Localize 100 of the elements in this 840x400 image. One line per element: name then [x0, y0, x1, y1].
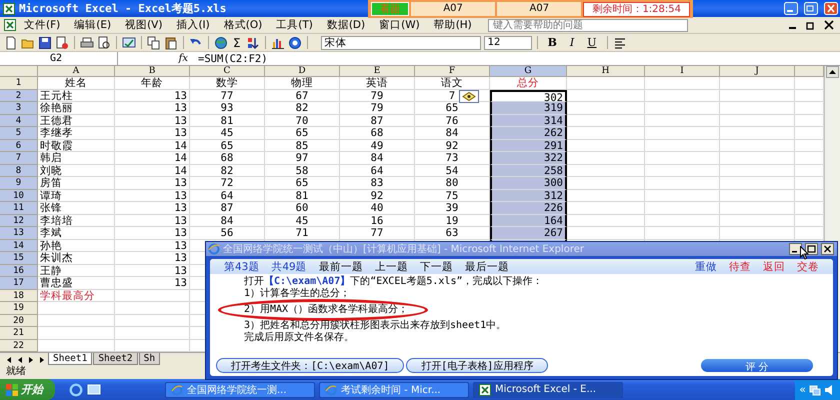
autosum-button[interactable]: Σ	[231, 36, 243, 50]
column-header[interactable]: I	[645, 66, 720, 77]
row-header[interactable]: 18	[0, 290, 38, 302]
table-cell: 14	[115, 140, 190, 152]
open-button[interactable]: 打开[电子表格]应用程序	[406, 358, 548, 373]
question-nav-link[interactable]: 上一题	[368, 260, 414, 274]
question-nav-link[interactable]: 下一题	[414, 260, 459, 274]
windows-flag-icon	[6, 384, 18, 396]
column-header[interactable]: C	[190, 66, 265, 77]
row-header[interactable]: 21	[0, 327, 38, 340]
column-header[interactable]: G	[490, 66, 567, 77]
font-size-dropdown[interactable]: 12	[484, 36, 532, 50]
grade-button[interactable]: 评 分	[701, 359, 813, 372]
row-header[interactable]: 22	[0, 340, 38, 352]
menu-item[interactable]: 插入(I)	[170, 18, 216, 32]
row-header[interactable]: 12	[0, 214, 38, 227]
row-header[interactable]: 5	[0, 127, 38, 140]
open-button[interactable]: 打开考生文件夹：[C:\exam\A07]	[216, 358, 404, 373]
font-dropdown[interactable]: 宋体	[320, 36, 481, 50]
question-nav-link[interactable]: 待查	[723, 260, 757, 274]
save-icon[interactable]	[38, 36, 52, 50]
sheet-tab[interactable]: Sheet1	[48, 353, 92, 365]
table-cell: 李培培	[38, 214, 115, 227]
row-header[interactable]: 3	[0, 102, 38, 114]
column-header[interactable]: D	[265, 66, 340, 77]
sheet-tab[interactable]: Sh	[138, 353, 160, 365]
restore-button[interactable]	[804, 2, 818, 15]
question-nav-link[interactable]: 重做	[689, 260, 723, 274]
print-preview-icon[interactable]	[97, 36, 111, 50]
row-header[interactable]: 11	[0, 202, 38, 214]
close-button[interactable]	[821, 243, 834, 255]
network-icon[interactable]	[809, 384, 821, 396]
menu-item[interactable]: 格式(O)	[218, 18, 268, 32]
sort-ascending-icon[interactable]	[246, 36, 260, 50]
table-cell: 65	[190, 140, 265, 152]
maximize-button[interactable]	[805, 243, 818, 255]
row-header[interactable]: 2	[0, 90, 38, 102]
menu-item[interactable]: 窗口(W)	[373, 18, 426, 32]
permission-icon[interactable]	[55, 36, 69, 50]
column-header[interactable]: A	[38, 66, 115, 77]
taskbar-button[interactable]: 考试剩余时间 - Micr...	[319, 382, 469, 398]
start-button[interactable]: 开始	[0, 379, 55, 400]
row-header[interactable]: 15	[0, 252, 38, 264]
table-cell: 刘晓	[38, 164, 115, 177]
align-left-icon[interactable]	[612, 36, 627, 50]
menu-item[interactable]: 视图(V)	[119, 18, 168, 32]
menu-item[interactable]: 数据(D)	[320, 18, 372, 32]
tray-expand-button[interactable]: «	[799, 383, 806, 396]
smart-tag-icon[interactable]	[459, 90, 479, 102]
row-header[interactable]: 20	[0, 314, 38, 327]
underline-button[interactable]: U	[582, 36, 602, 49]
column-header[interactable]: J	[720, 66, 795, 77]
row-header[interactable]: 6	[0, 140, 38, 152]
column-header[interactable]: E	[340, 66, 415, 77]
table-cell: 王德君	[38, 114, 115, 127]
table-cell: 王元柱	[38, 90, 115, 102]
row-header[interactable]: 13	[0, 227, 38, 240]
row-header[interactable]: 7	[0, 152, 38, 164]
taskbar-button[interactable]: 全国网络学院统一测...	[165, 382, 315, 398]
bold-button[interactable]: B	[542, 36, 562, 49]
desktop-icon[interactable]	[87, 382, 101, 396]
sheet-tab[interactable]: Sheet2	[93, 353, 138, 365]
row-header[interactable]: 14	[0, 240, 38, 252]
spelling-icon[interactable]	[122, 36, 136, 50]
paste-icon[interactable]	[164, 36, 178, 50]
column-header[interactable]: B	[115, 66, 190, 77]
italic-button[interactable]: I	[564, 36, 580, 49]
row-header[interactable]: 19	[0, 302, 38, 314]
help-icon[interactable]	[288, 36, 302, 50]
menu-item[interactable]: 文件(F)	[18, 18, 66, 32]
row-header[interactable]: 1	[0, 77, 38, 90]
row-header[interactable]: 4	[0, 114, 38, 127]
help-search-field[interactable]: 键入需要帮助的问题	[488, 18, 688, 32]
question-nav-link[interactable]: 最前一题	[312, 260, 369, 274]
menu-item[interactable]: 工具(T)	[270, 18, 319, 32]
question-nav-link[interactable]: 交卷	[791, 260, 825, 274]
menu-item[interactable]: 编辑(E)	[68, 18, 118, 32]
row-header[interactable]: 17	[0, 277, 38, 290]
question-nav-link[interactable]: 返回	[757, 260, 791, 274]
row-header[interactable]: 10	[0, 190, 38, 202]
print-icon[interactable]	[80, 36, 94, 50]
close-icon[interactable]	[824, 20, 834, 30]
row-header[interactable]: 16	[0, 264, 38, 277]
question-nav-link[interactable]: 第43题	[218, 260, 266, 274]
question-nav-link[interactable]: 最后一题	[458, 260, 515, 274]
taskbar-button[interactable]: Microsoft Excel - E...	[473, 382, 623, 398]
row-header[interactable]: 8	[0, 164, 38, 177]
question-nav-link[interactable]: 共49题	[265, 260, 313, 274]
restore-icon[interactable]	[806, 20, 816, 30]
row-header[interactable]: 9	[0, 177, 38, 190]
minimize-button[interactable]	[789, 243, 802, 255]
scroll-up-icon[interactable]	[826, 66, 839, 78]
new-file-icon[interactable]	[4, 36, 18, 50]
globe-icon[interactable]	[214, 36, 228, 50]
menu-item[interactable]: 帮助(H)	[428, 18, 478, 32]
column-header[interactable]: H	[567, 66, 645, 77]
formula-field[interactable]: =SUM(C2:F2)	[198, 52, 268, 64]
copy-icon[interactable]	[147, 36, 161, 50]
insert-function-button[interactable]: fx	[118, 53, 198, 64]
column-header[interactable]: F	[415, 66, 490, 77]
